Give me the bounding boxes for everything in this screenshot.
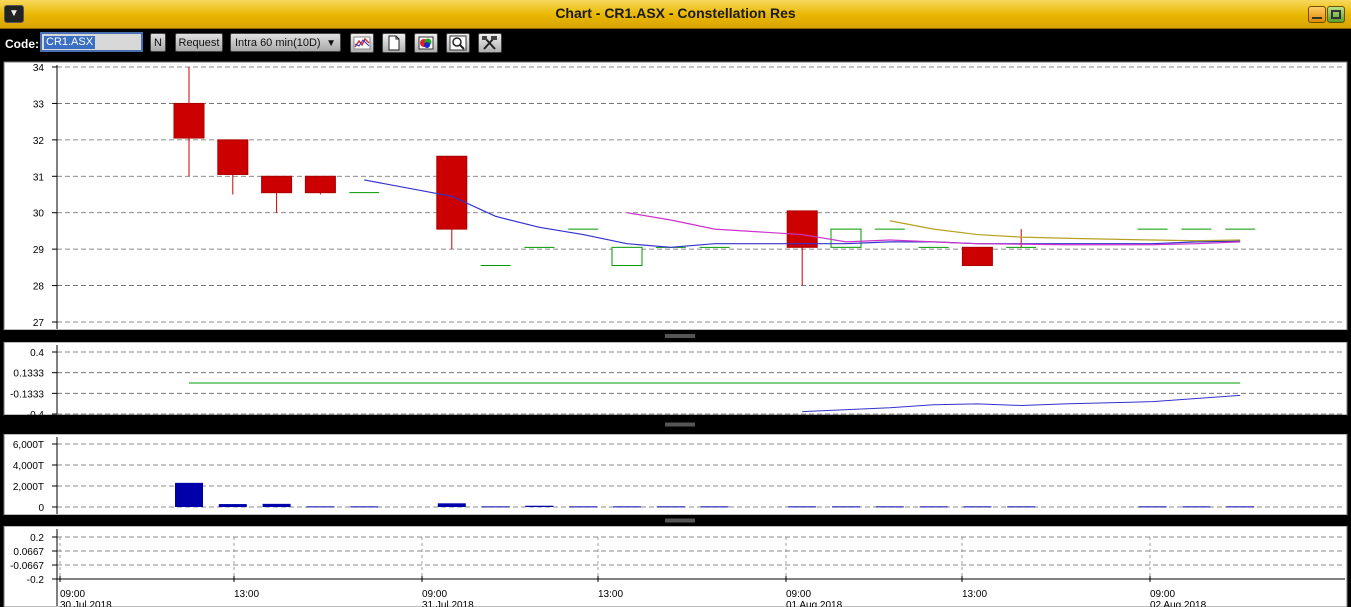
candle-down <box>786 210 818 248</box>
candle-up <box>830 228 862 248</box>
minimize-icon <box>1312 17 1322 19</box>
tools-button[interactable] <box>478 33 502 53</box>
y-tick-label: 30 <box>33 209 45 220</box>
x-tick-label: 09:00 <box>422 589 447 600</box>
x-tick-date-label: 01 Aug 2018 <box>786 600 843 607</box>
x-tick-label: 09:00 <box>786 589 811 600</box>
candle-down <box>961 246 993 267</box>
chart-area[interactable]: 34 33 32 31 30 29 28 27 0.4 0.1333 -0.1333 -0.4 6,00… <box>0 58 1351 607</box>
x-tick-date-label: 30 Jul 2018 <box>60 600 112 607</box>
x-tick-date-label: 31 Jul 2018 <box>422 600 474 607</box>
chevron-down-icon: ▼ <box>326 38 336 49</box>
maximize-icon <box>1331 10 1341 19</box>
volume-bar <box>569 506 598 508</box>
y-tick-label: 31 <box>33 172 45 183</box>
y-tick-label: 4,000T <box>13 461 44 472</box>
y-tick-label: 32 <box>33 136 45 147</box>
y-tick-label: -0.4 <box>27 410 45 421</box>
palette-icon <box>418 36 434 50</box>
chart-style-button[interactable] <box>350 33 374 53</box>
y-tick-label: 34 <box>33 63 45 74</box>
y-tick-label: 0.4 <box>30 348 44 359</box>
volume-bar <box>218 504 247 507</box>
y-tick-label: 33 <box>33 99 45 110</box>
magnifier-icon <box>449 35 467 51</box>
n-button[interactable]: N <box>150 33 166 52</box>
y-tick-label: 28 <box>33 282 45 293</box>
zoom-button[interactable] <box>446 33 470 53</box>
volume-bar <box>437 503 466 507</box>
volume-bar <box>1226 506 1255 508</box>
y-tick-label: -0.0667 <box>10 561 44 572</box>
volume-bar <box>481 506 510 508</box>
candle-down <box>261 175 293 194</box>
volume-bar <box>788 506 817 508</box>
chart-panel-3 <box>3 433 1348 516</box>
color-settings-button[interactable] <box>414 33 438 53</box>
volume-bar <box>1007 506 1036 508</box>
new-document-button[interactable] <box>382 33 406 53</box>
y-tick-label: -0.1333 <box>10 389 44 400</box>
y-tick-label: 27 <box>33 318 45 329</box>
volume-bar <box>306 506 335 508</box>
chart-window: ▼ Chart - CR1.ASX - Constellation Res Co… <box>0 0 1351 607</box>
title-bar[interactable]: ▼ Chart - CR1.ASX - Constellation Res <box>0 0 1351 29</box>
window-title: Chart - CR1.ASX - Constellation Res <box>555 5 796 21</box>
volume-bar <box>656 506 685 508</box>
volume-bar <box>963 506 992 508</box>
x-tick-label: 13:00 <box>598 589 623 600</box>
volume-bar <box>919 506 948 508</box>
x-tick-date-label: 02 Aug 2018 <box>1150 600 1207 607</box>
request-button[interactable]: Request <box>175 33 223 52</box>
chart-panel-2 <box>3 341 1348 416</box>
minimize-button[interactable] <box>1308 6 1326 23</box>
x-tick-label: 09:00 <box>1150 589 1175 600</box>
splitter-handle <box>665 518 695 523</box>
candle-down <box>304 175 336 194</box>
x-tick-label: 09:00 <box>60 589 85 600</box>
candle-down <box>217 139 249 175</box>
y-tick-label: 0 <box>38 503 44 514</box>
x-tick-label: 13:00 <box>962 589 987 600</box>
y-tick-label: 0.2 <box>30 533 44 544</box>
volume-bar <box>350 506 379 508</box>
code-input-value[interactable]: CR1.ASX <box>44 36 96 49</box>
x-tick-label: 13:00 <box>234 589 259 600</box>
candle-down <box>173 102 205 139</box>
chart-panel-4 <box>3 525 1348 607</box>
code-label: Code: <box>5 37 39 51</box>
maximize-button[interactable] <box>1327 6 1345 23</box>
volume-bar <box>1182 506 1211 508</box>
candle-up <box>611 246 643 267</box>
volume-bar <box>832 506 860 508</box>
volume-bar <box>1138 506 1167 508</box>
candle-down <box>436 155 468 230</box>
splitter-handle <box>665 422 695 427</box>
interval-select-value: Intra 60 min(10D) <box>235 37 321 49</box>
volume-bar <box>613 506 641 508</box>
y-tick-label: 2,000T <box>13 482 44 493</box>
volume-bar <box>700 506 729 508</box>
y-tick-label: 6,000T <box>13 440 44 451</box>
y-tick-label: 0.0667 <box>13 547 44 558</box>
volume-bar <box>525 505 554 507</box>
line-chart-icon <box>353 36 371 50</box>
splitter-handle <box>665 334 695 338</box>
chart-panel-1 <box>3 61 1348 331</box>
y-tick-label: 0.1333 <box>13 369 44 380</box>
interval-select[interactable]: Intra 60 min(10D) ▼ <box>230 33 341 52</box>
volume-bar <box>875 506 904 508</box>
document-icon <box>388 35 400 51</box>
volume-bar <box>262 503 291 507</box>
tools-icon <box>482 36 497 50</box>
volume-bar <box>175 482 203 507</box>
y-tick-label: 29 <box>33 245 45 256</box>
y-tick-label: -0.2 <box>27 575 45 586</box>
